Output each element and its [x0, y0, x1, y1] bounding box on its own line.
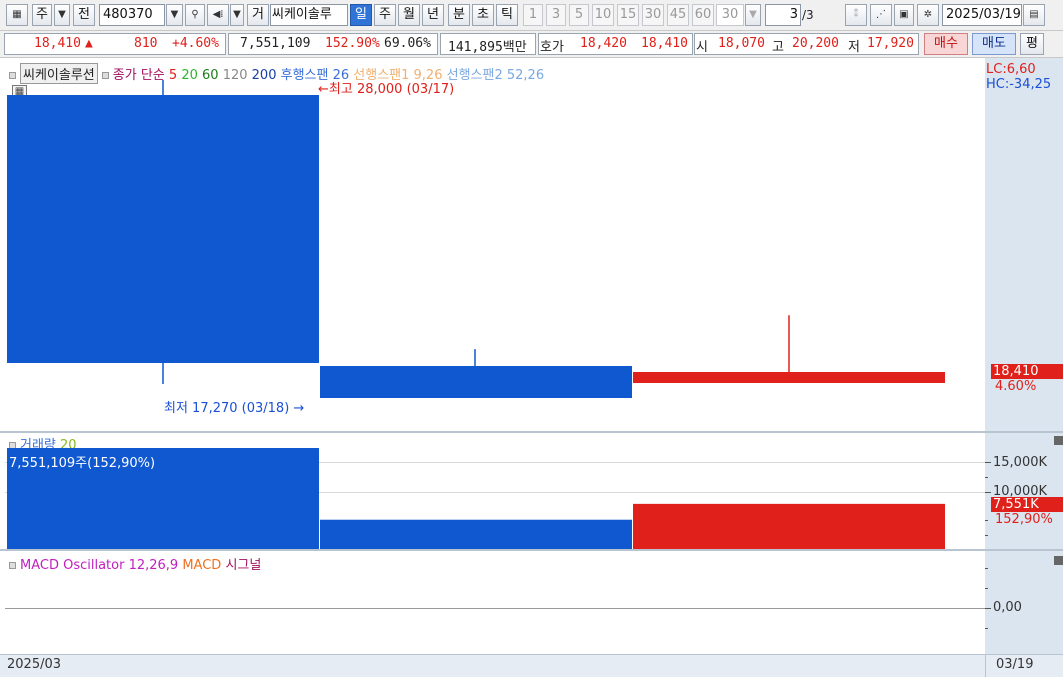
date-axis-end: 03/19 — [996, 657, 1034, 672]
legend-marker-icon — [9, 562, 16, 569]
macd-osc-label: MACD Oscillator 12,26,9 — [20, 558, 179, 573]
macd-tick — [985, 628, 988, 629]
footer-divider — [985, 655, 986, 677]
date-axis[interactable]: 2025/03 03/19 — [0, 654, 1063, 677]
macd-legend: MACD Oscillator 12,26,9 MACD 시그널 — [9, 554, 261, 573]
macd-tick — [985, 568, 988, 569]
macd-tick — [985, 608, 991, 609]
macd-zero-label: 0,00 — [993, 600, 1022, 615]
macd-label: MACD — [182, 558, 222, 573]
last-volume-flag: 7,551K — [991, 497, 1063, 512]
volume-bar — [320, 519, 632, 549]
signal-label: 시그널 — [225, 558, 262, 573]
volume-value-note: 7,551,109주(152,90%) — [9, 456, 156, 471]
date-axis-start: 2025/03 — [7, 657, 62, 672]
last-volume-percent: 152,90% — [995, 512, 1053, 527]
macd-tick — [985, 588, 988, 589]
macd-close-icon[interactable] — [1054, 556, 1063, 565]
macd-zero-line — [5, 608, 985, 609]
volume-bar — [633, 503, 945, 549]
